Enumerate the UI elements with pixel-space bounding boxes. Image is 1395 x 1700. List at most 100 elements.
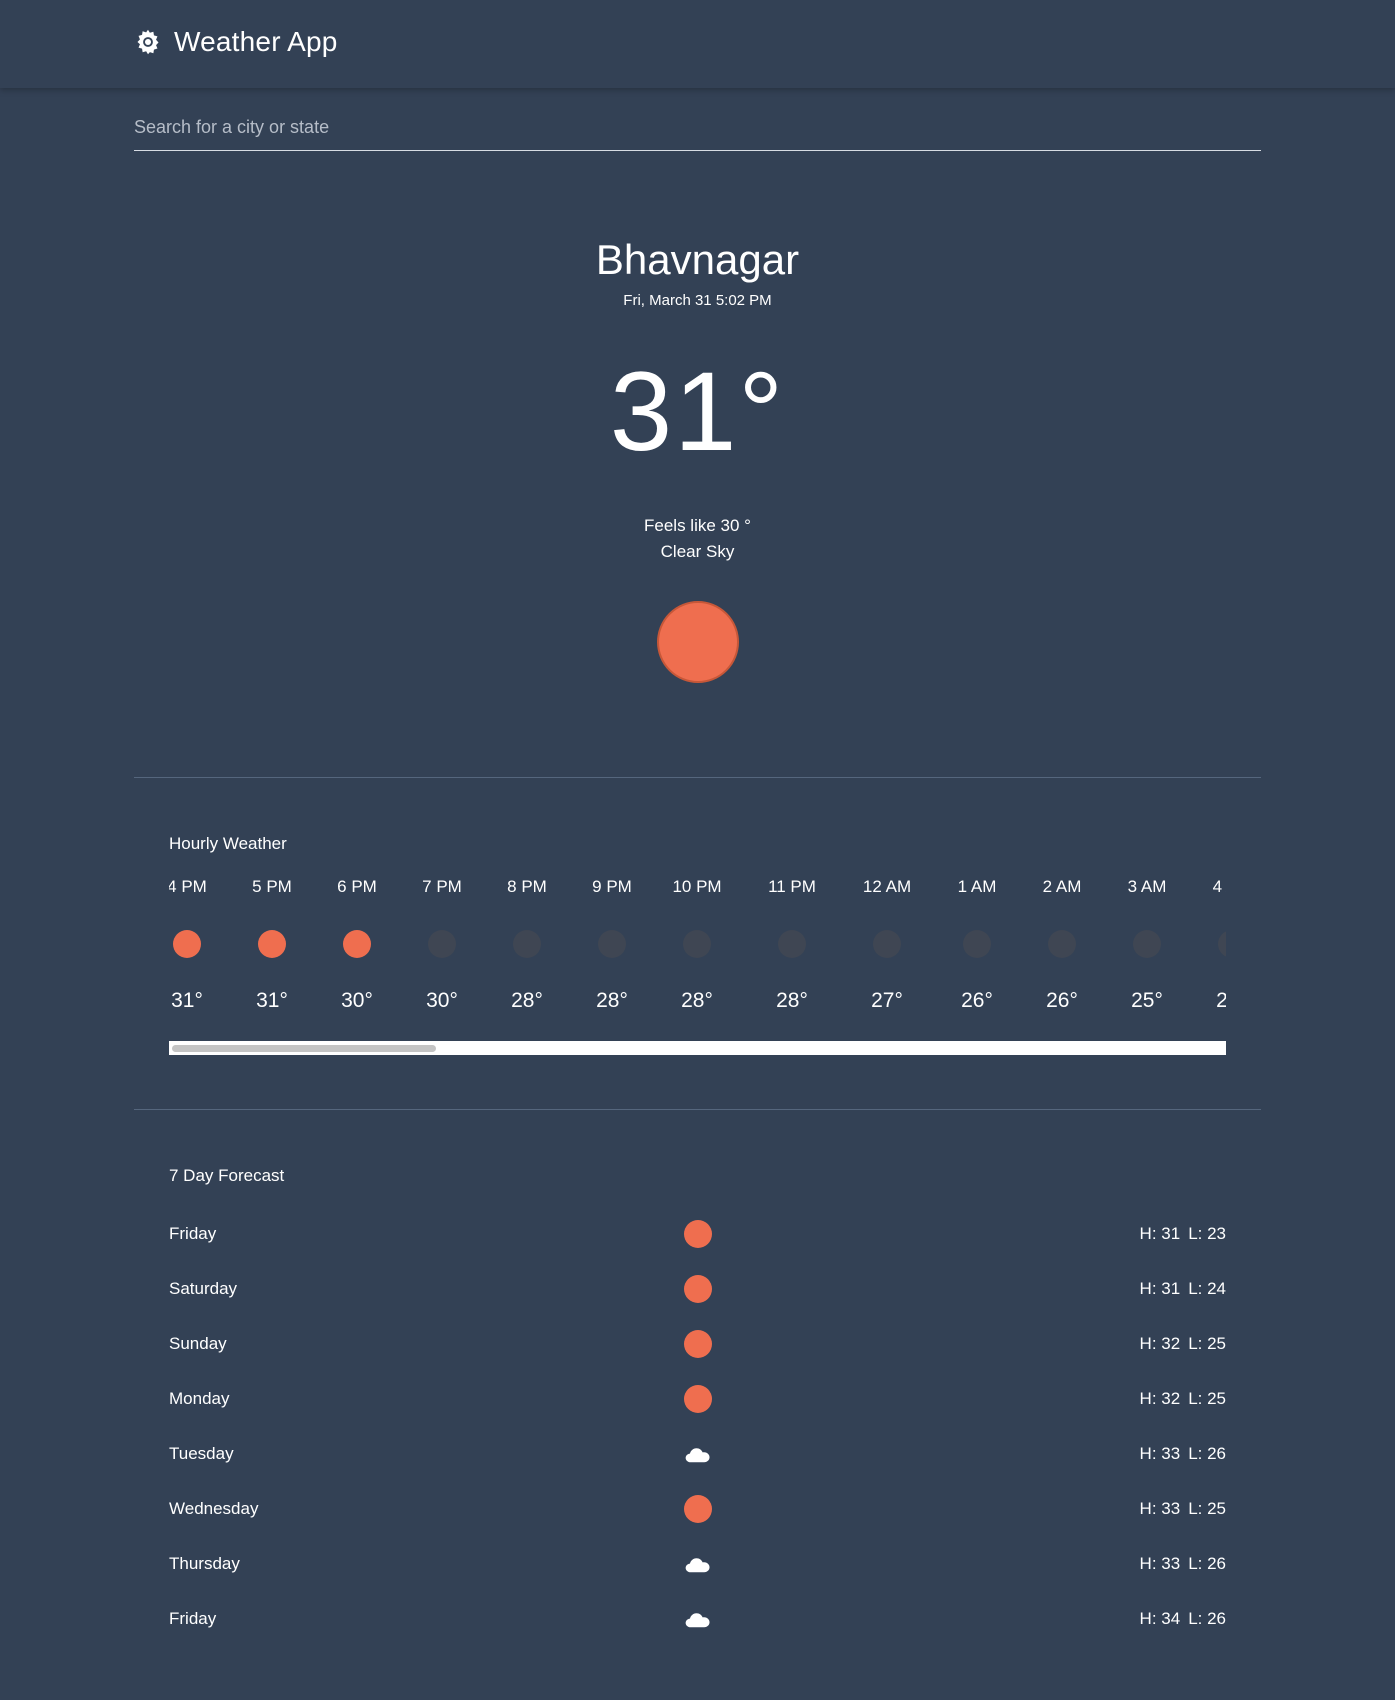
moon-icon: [1218, 930, 1226, 958]
city-name: Bhavnagar: [595, 236, 800, 283]
high-temp: H: 32: [1139, 1334, 1181, 1353]
moon-icon: [598, 930, 626, 958]
day-name: Sunday: [169, 1334, 227, 1353]
high-temp: H: 33: [1139, 1554, 1181, 1573]
hour-temperature: 30°: [426, 989, 458, 1012]
hour-time: 1 AM: [957, 877, 997, 896]
day-temperatures: H: 33 L: 25: [1140, 1491, 1226, 1527]
day-temperatures: H: 33 L: 26: [1140, 1546, 1226, 1582]
sun-icon: [684, 1495, 712, 1523]
hour-temperature: 25°: [1131, 989, 1163, 1012]
day-temperatures: H: 32 L: 25: [1140, 1326, 1226, 1362]
hour-time: 4 PM: [169, 877, 207, 896]
day-temperatures: H: 31 L: 24: [1140, 1271, 1226, 1307]
divider: [134, 777, 1261, 778]
current-temperature: 31°: [609, 349, 786, 474]
hour-temperature: 26°: [1046, 989, 1078, 1012]
hour-time: 8 PM: [507, 877, 547, 896]
day-name: Friday: [169, 1609, 217, 1628]
hour-temperature: 28°: [681, 989, 713, 1012]
hourly-item: 5 PM 31°: [252, 874, 292, 1016]
hour-temperature: 25°: [1216, 989, 1226, 1012]
hourly-scroller[interactable]: 4 PM 31° 5 PM 31° 6 PM 30° 7 PM 30° 8 PM 28° 9 PM 2…: [169, 874, 1226, 1054]
moon-icon: [513, 930, 541, 958]
hour-time: 2 AM: [1042, 877, 1082, 896]
cloud-icon: [685, 1448, 710, 1463]
hour-time: 6 PM: [337, 877, 377, 896]
day-name: Monday: [169, 1389, 230, 1408]
brand[interactable]: Weather App: [134, 26, 338, 58]
sun-icon: [684, 1275, 712, 1303]
moon-icon: [778, 930, 806, 958]
hourly-item: 11 PM 28°: [768, 874, 816, 1016]
moon-icon: [963, 930, 991, 958]
forecast-row: Friday H: 34 L: 26: [169, 1601, 1226, 1656]
day-name: Saturday: [169, 1279, 238, 1298]
hour-time: 4 AM: [1212, 877, 1226, 896]
high-temp: H: 33: [1139, 1499, 1181, 1518]
moon-icon: [1048, 930, 1076, 958]
forecast-row: Thursday H: 33 L: 26: [169, 1546, 1226, 1601]
hourly-item: 4 PM 31°: [169, 874, 207, 1016]
hour-temperature: 31°: [171, 989, 203, 1012]
hour-time: 10 PM: [672, 877, 722, 896]
gear-sun-icon: [137, 29, 159, 55]
low-temp: L: 25: [1188, 1334, 1226, 1353]
hourly-item: 6 PM 30°: [337, 874, 377, 1016]
hourly-item: 12 AM 27°: [863, 874, 911, 1016]
forecast-row: Saturday H: 31 L: 24: [169, 1271, 1226, 1326]
forecast-row: Wednesday H: 33 L: 25: [169, 1491, 1226, 1546]
low-temp: L: 26: [1188, 1444, 1226, 1463]
hour-time: 11 PM: [768, 877, 816, 896]
high-temp: H: 33: [1139, 1444, 1181, 1463]
forecast-row: Friday H: 31 L: 23: [169, 1216, 1226, 1271]
sun-icon: [173, 930, 201, 958]
scrollbar-thumb[interactable]: [172, 1045, 436, 1052]
hour-temperature: 31°: [256, 989, 288, 1012]
hourly-item: 3 AM 25°: [1127, 874, 1167, 1016]
hour-time: 5 PM: [252, 877, 292, 896]
hour-temperature: 30°: [341, 989, 373, 1012]
top-app-bar: Weather App: [0, 0, 1395, 88]
moon-icon: [428, 930, 456, 958]
search-input[interactable]: [134, 108, 1261, 146]
weather-condition: Clear Sky: [660, 542, 735, 561]
day-name: Tuesday: [169, 1444, 234, 1463]
high-temp: H: 34: [1139, 1609, 1181, 1628]
sun-icon: [343, 930, 371, 958]
hourly-item: 4 AM 25°: [1212, 874, 1226, 1016]
hourly-item: 8 PM 28°: [507, 874, 547, 1016]
high-temp: H: 32: [1139, 1389, 1181, 1408]
hour-time: 3 AM: [1127, 877, 1167, 896]
hour-temperature: 26°: [961, 989, 993, 1012]
app-title: Weather App: [174, 26, 338, 57]
current-weather: Bhavnagar Fri, March 31 5:02 PM 31° Feel…: [0, 230, 1395, 683]
hour-time: 7 PM: [422, 877, 462, 896]
forecast-row: Tuesday H: 33 L: 26: [169, 1436, 1226, 1491]
moon-icon: [873, 930, 901, 958]
forecast-row: Sunday H: 32 L: 25: [169, 1326, 1226, 1381]
forecast-list: Friday H: 31 L: 23 Saturday H: 31 L: 24 Sunday…: [169, 1216, 1226, 1656]
hour-temperature: 28°: [511, 989, 543, 1012]
forecast-title: 7 Day Forecast: [169, 1166, 285, 1185]
hourly-scrollbar[interactable]: [169, 1041, 1226, 1055]
day-temperatures: H: 34 L: 26: [1140, 1601, 1226, 1637]
hour-temperature: 28°: [776, 989, 808, 1012]
low-temp: L: 26: [1188, 1609, 1226, 1628]
hour-temperature: 27°: [871, 989, 903, 1012]
hourly-item: 9 PM 28°: [592, 874, 632, 1016]
cloud-icon: [685, 1613, 710, 1628]
low-temp: L: 24: [1188, 1279, 1226, 1298]
forecast-row: Monday H: 32 L: 25: [169, 1381, 1226, 1436]
sun-icon: [258, 930, 286, 958]
divider: [134, 1109, 1261, 1110]
hour-time: 9 PM: [592, 877, 632, 896]
hourly-item: 7 PM 30°: [422, 874, 462, 1016]
day-temperatures: H: 33 L: 26: [1140, 1436, 1226, 1472]
hour-time: 12 AM: [862, 877, 912, 896]
day-temperatures: H: 32 L: 25: [1140, 1381, 1226, 1417]
low-temp: L: 26: [1188, 1554, 1226, 1573]
day-name: Friday: [169, 1224, 217, 1243]
day-name: Wednesday: [169, 1499, 259, 1518]
day-temperatures: H: 31 L: 23: [1140, 1216, 1226, 1252]
